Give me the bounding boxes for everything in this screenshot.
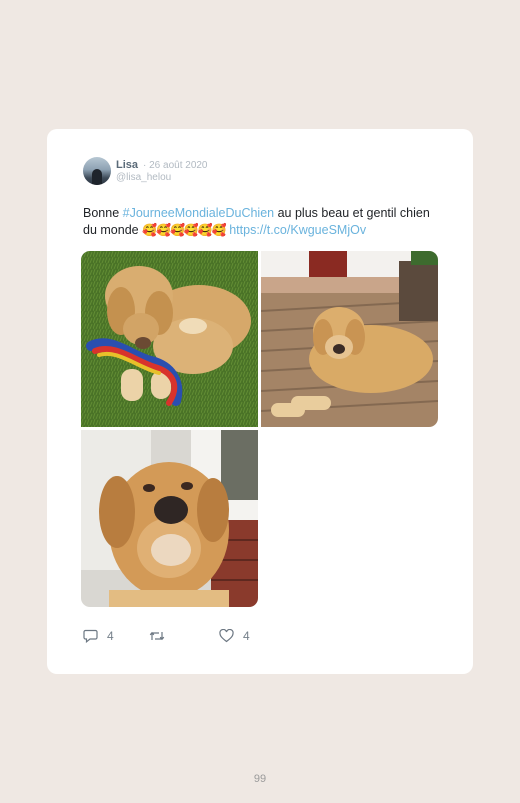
tweet-card: Lisa · 26 août 2020 @lisa_helou Bonne #J…: [47, 129, 473, 674]
like-button[interactable]: 4: [219, 629, 250, 643]
photo-dog-on-deck[interactable]: [261, 251, 438, 427]
retweet-icon: [149, 629, 174, 643]
reply-count: 4: [107, 629, 114, 643]
author-name[interactable]: Lisa: [116, 159, 138, 171]
reply-icon: [83, 629, 107, 643]
author-handle[interactable]: @lisa_helou: [116, 172, 171, 183]
like-icon: [219, 629, 243, 643]
hashtag-link[interactable]: #JourneeMondialeDuChien: [123, 206, 275, 220]
photo-dog-closeup[interactable]: [81, 430, 258, 607]
photo-dog-on-grass[interactable]: [81, 251, 258, 427]
emoji-row: 🥰🥰🥰🥰🥰🥰: [142, 223, 227, 237]
tweet-date[interactable]: · 26 août 2020: [143, 160, 208, 171]
tweet-link[interactable]: https://t.co/KwgueSMjOv: [229, 223, 366, 237]
avatar[interactable]: [83, 157, 111, 185]
page-number: 99: [253, 773, 267, 785]
tweet-text: Bonne #JourneeMondialeDuChien au plus be…: [83, 205, 443, 239]
text-prefix: Bonne: [83, 206, 123, 220]
reply-button[interactable]: 4: [83, 629, 114, 643]
retweet-button[interactable]: [149, 629, 174, 643]
like-count: 4: [243, 629, 250, 643]
